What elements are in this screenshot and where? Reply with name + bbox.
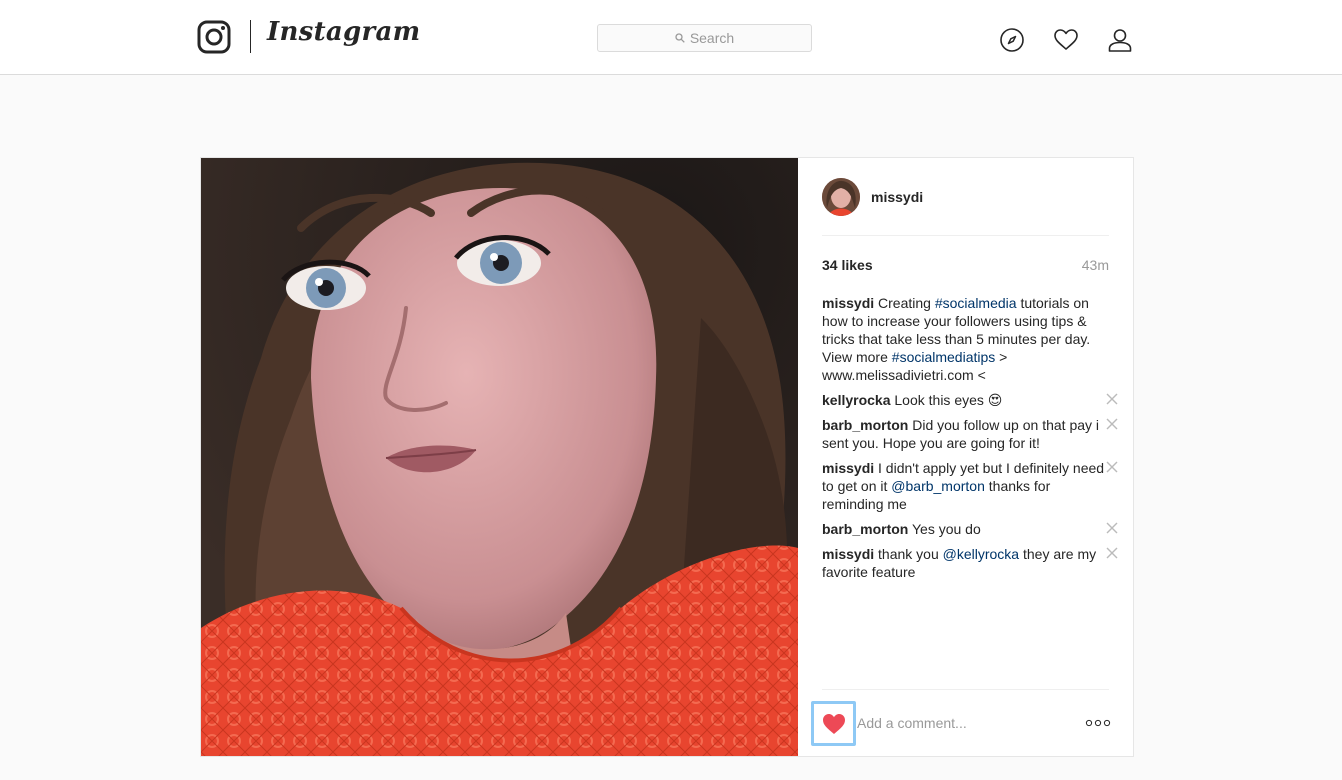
- owner-username[interactable]: missydi: [871, 189, 923, 205]
- search-icon: [675, 33, 685, 43]
- heart-icon[interactable]: [1053, 27, 1079, 53]
- comment-link[interactable]: #socialmediatips: [892, 349, 996, 365]
- actions-divider: [822, 689, 1109, 690]
- top-navigation-bar: Instagram Search: [0, 0, 1342, 75]
- user-icon[interactable]: [1107, 27, 1133, 53]
- like-button[interactable]: [811, 701, 856, 746]
- likes-count[interactable]: 34 likes: [822, 257, 873, 273]
- comment-username[interactable]: barb_morton: [822, 417, 908, 433]
- search-box[interactable]: Search: [597, 24, 812, 52]
- comment-username[interactable]: missydi: [822, 460, 874, 476]
- comment-link[interactable]: @kellyrocka: [943, 546, 1019, 562]
- comment-username[interactable]: kellyrocka: [822, 392, 891, 408]
- post-timestamp[interactable]: 43m: [1082, 257, 1109, 273]
- heart-filled-icon: [822, 713, 845, 734]
- comment-link[interactable]: @barb_morton: [891, 478, 985, 494]
- post-caption: missydi Creating #socialmedia tutorials …: [822, 294, 1112, 384]
- comment-item: missydi I didn't apply yet but I definit…: [822, 459, 1118, 513]
- delete-comment-icon[interactable]: [1106, 522, 1118, 534]
- search-placeholder: Search: [689, 30, 735, 46]
- logo-divider: [250, 20, 251, 53]
- comment-username[interactable]: missydi: [822, 546, 874, 562]
- delete-comment-icon[interactable]: [1106, 547, 1118, 559]
- comment-username[interactable]: barb_morton: [822, 521, 908, 537]
- post-card: missydi 34 likes 43m missydi Creating #s…: [200, 157, 1134, 757]
- delete-comment-icon[interactable]: [1106, 418, 1118, 430]
- comment-text: Creating: [878, 295, 935, 311]
- avatar-image: [822, 178, 860, 216]
- instagram-wordmark[interactable]: Instagram: [267, 17, 421, 47]
- comment-item: barb_morton Yes you do: [822, 520, 1118, 538]
- comment-text: Look this eyes 😍: [894, 392, 1003, 408]
- post-details-panel: missydi 34 likes 43m missydi Creating #s…: [798, 158, 1133, 756]
- comment-item: kellyrocka Look this eyes 😍: [822, 391, 1118, 409]
- owner-avatar[interactable]: [822, 178, 860, 216]
- delete-comment-icon[interactable]: [1106, 393, 1118, 405]
- comment-username[interactable]: missydi: [822, 295, 874, 311]
- compass-icon[interactable]: [999, 27, 1025, 53]
- post-photo-illustration: [201, 158, 798, 756]
- comment-item: barb_morton Did you follow up on that pa…: [822, 416, 1118, 452]
- more-options-icon[interactable]: [1085, 718, 1111, 728]
- add-comment-input[interactable]: [857, 712, 1067, 734]
- comment-item: missydi thank you @kellyrocka they are m…: [822, 545, 1118, 581]
- header-divider: [822, 235, 1109, 236]
- delete-comment-icon[interactable]: [1106, 461, 1118, 473]
- comments-list: missydi Creating #socialmedia tutorials …: [822, 294, 1118, 588]
- comment-text: Yes you do: [911, 521, 981, 537]
- comment-text: thank you: [878, 546, 943, 562]
- post-photo[interactable]: [201, 158, 798, 756]
- instagram-camera-icon[interactable]: [197, 20, 231, 54]
- comment-link[interactable]: #socialmedia: [935, 295, 1017, 311]
